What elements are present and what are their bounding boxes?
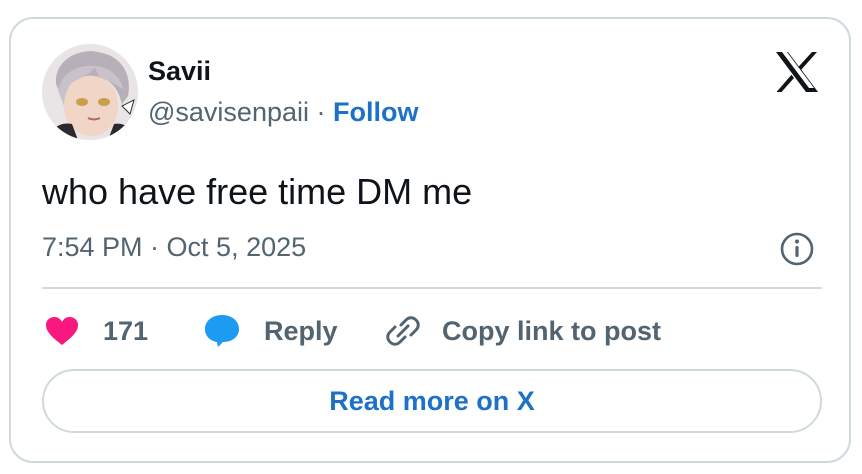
author-handle[interactable]: @savisenpaii: [148, 97, 309, 127]
read-more-button[interactable]: Read more on X: [42, 369, 822, 433]
avatar[interactable]: [42, 44, 138, 140]
avatar-image: [42, 44, 138, 140]
reply-label: Reply: [264, 315, 338, 346]
speech-bubble-icon: [205, 315, 239, 347]
author-handle-row: @savisenpaii · Follow: [148, 96, 419, 128]
like-button[interactable]: 171: [45, 309, 148, 353]
link-icon: [386, 316, 420, 346]
action-bar: 171 Reply Copy link to post: [11, 309, 853, 353]
copy-link-label: Copy link to post: [442, 315, 661, 346]
author-display-name[interactable]: Savii: [148, 55, 211, 87]
embedded-post-card: Savii @savisenpaii · Follow who have fre…: [9, 17, 851, 463]
post-text: who have free time DM me: [42, 171, 473, 212]
divider: [42, 287, 822, 289]
info-icon[interactable]: [779, 231, 815, 267]
heart-icon: [46, 317, 78, 345]
like-count: 171: [103, 315, 149, 346]
handle-separator: ·: [316, 97, 326, 127]
copy-link-button[interactable]: Copy link to post: [386, 309, 661, 353]
follow-link[interactable]: Follow: [333, 97, 418, 127]
post-timestamp[interactable]: 7:54 PM · Oct 5, 2025: [42, 231, 306, 263]
x-logo-icon[interactable]: [774, 52, 820, 92]
reply-button[interactable]: Reply: [204, 309, 338, 353]
